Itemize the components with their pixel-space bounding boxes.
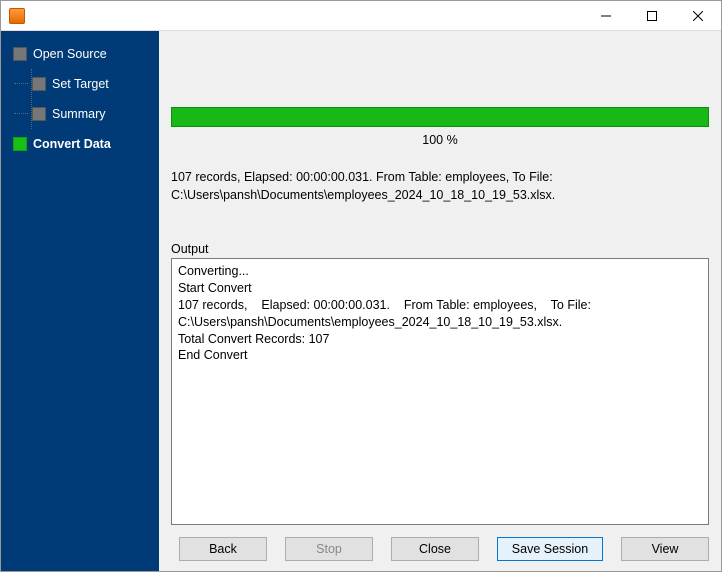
view-button[interactable]: View: [621, 537, 709, 561]
step-icon: [13, 47, 27, 61]
sidebar-item-set-target[interactable]: Set Target: [32, 69, 159, 99]
output-label: Output: [171, 242, 709, 256]
back-button[interactable]: Back: [179, 537, 267, 561]
sidebar-item-label: Set Target: [52, 77, 109, 91]
sidebar-item-convert-data[interactable]: Convert Data: [13, 129, 159, 159]
close-dialog-button[interactable]: Close: [391, 537, 479, 561]
save-session-button[interactable]: Save Session: [497, 537, 603, 561]
status-line: C:\Users\pansh\Documents\employees_2024_…: [171, 187, 709, 205]
status-line: 107 records, Elapsed: 00:00:00.031. From…: [171, 169, 709, 187]
progress-percent: 100 %: [171, 133, 709, 147]
output-textarea[interactable]: Converting... Start Convert 107 records,…: [171, 258, 709, 525]
maximize-button[interactable]: [629, 1, 675, 31]
sidebar-item-summary[interactable]: Summary: [32, 99, 159, 129]
progress-bar: [171, 107, 709, 127]
stop-button: Stop: [285, 537, 373, 561]
minimize-button[interactable]: [583, 1, 629, 31]
sidebar-item-label: Convert Data: [33, 137, 111, 151]
button-row: Back Stop Close Save Session View: [171, 537, 709, 561]
sidebar-item-open-source[interactable]: Open Source: [13, 39, 159, 69]
close-button[interactable]: [675, 1, 721, 31]
step-icon: [32, 77, 46, 91]
content-pane: 100 % 107 records, Elapsed: 00:00:00.031…: [159, 31, 721, 571]
status-text: 107 records, Elapsed: 00:00:00.031. From…: [171, 169, 709, 204]
step-icon: [13, 137, 27, 151]
sidebar-item-label: Summary: [52, 107, 105, 121]
titlebar: [1, 1, 721, 31]
app-icon: [9, 8, 25, 24]
step-icon: [32, 107, 46, 121]
wizard-sidebar: Open Source Set Target Summary: [1, 31, 159, 571]
sidebar-item-label: Open Source: [33, 47, 107, 61]
